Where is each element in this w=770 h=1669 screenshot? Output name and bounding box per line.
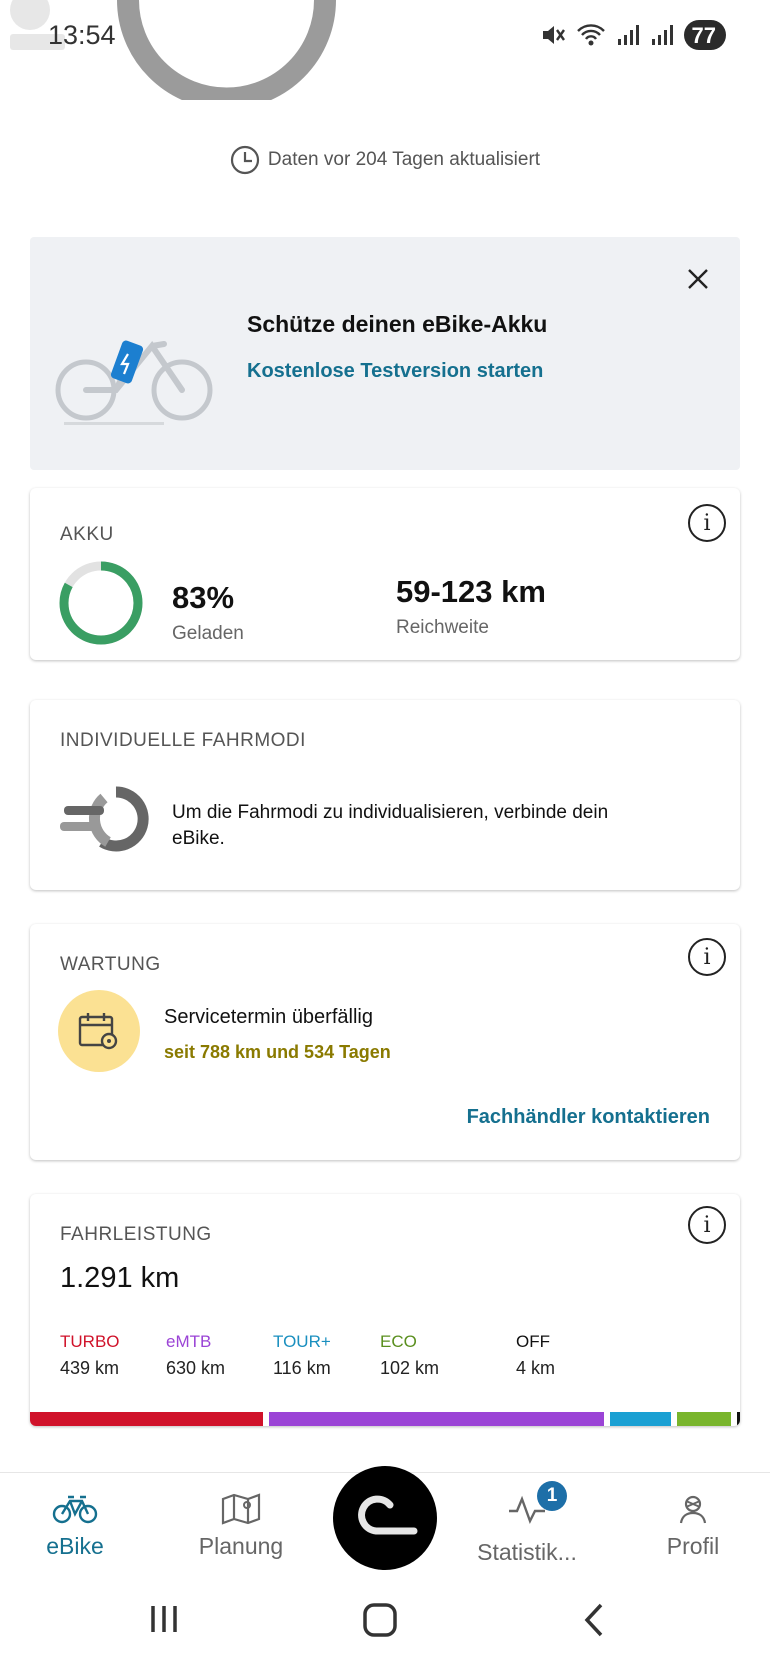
promo-trial-link[interactable]: Kostenlose Testversion starten [247, 360, 543, 383]
home-icon[interactable] [362, 1602, 398, 1638]
battery-level: 77 [683, 20, 726, 50]
system-nav-bar [0, 1582, 770, 1669]
ride-logo-icon [358, 1495, 418, 1535]
mode-bar-segment [609, 1412, 672, 1426]
total-distance: 1.291 km [60, 1262, 180, 1294]
status-time: 13:54 [48, 20, 116, 50]
nav-planung[interactable]: Planung [166, 1493, 316, 1560]
performance-card[interactable]: FAHRLEISTUNG i 1.291 km TURBO 439 km eMT… [30, 1194, 740, 1426]
nav-profil[interactable]: Profil [618, 1493, 768, 1560]
nav-ebike[interactable]: eBike [0, 1493, 150, 1560]
notification-badge: 1 [537, 1481, 567, 1511]
service-icon-circle [58, 990, 140, 1072]
calendar-gear-icon [78, 1013, 118, 1050]
maintenance-card[interactable]: WARTUNG i Servicetermin überfällig seit … [30, 924, 740, 1160]
nav-label: Statistik... [477, 1539, 577, 1565]
mute-icon [542, 26, 565, 44]
recent-apps-icon[interactable] [148, 1602, 180, 1636]
maintenance-title: WARTUNG [60, 954, 161, 975]
sync-text: Daten vor 204 Tagen aktualisiert [267, 149, 541, 170]
mode-name: eMTB [166, 1332, 212, 1351]
wifi-icon [576, 24, 605, 46]
ebike-illustration [55, 340, 213, 425]
nav-label: eBike [46, 1533, 104, 1559]
mode-value: 116 km [273, 1358, 331, 1378]
ride-modes-text: Um die Fahrmodi zu individualisieren, ve… [172, 802, 609, 849]
ride-modes-title: INDIVIDUELLE FAHRMODI [60, 730, 306, 751]
sync-status: Daten vor 204 Tagen aktualisiert [0, 145, 770, 175]
mode-value: 102 km [380, 1358, 440, 1378]
service-detail: seit 788 km und 534 Tagen [164, 1042, 391, 1062]
mode-distribution-bar [30, 1412, 740, 1426]
promo-banner[interactable]: Schütze deinen eBike-Akku Kostenlose Tes… [30, 237, 740, 470]
nav-label: Profil [666, 1533, 720, 1559]
battery-ring [59, 561, 143, 645]
ride-start-button[interactable] [333, 1466, 437, 1570]
mode-name: OFF [516, 1332, 550, 1351]
nav-label: Planung [198, 1533, 284, 1559]
signal-icon [617, 25, 639, 45]
info-icon[interactable]: i [688, 504, 726, 542]
clock-icon [230, 145, 260, 175]
mode-item: OFF 4 km [516, 1332, 555, 1379]
battery-charged-label: Geladen [172, 623, 244, 644]
mode-bar-segment [737, 1412, 740, 1426]
mode-value: 630 km [166, 1358, 226, 1378]
profile-icon [679, 1495, 707, 1524]
battery-card-title: AKKU [60, 524, 114, 545]
ride-modes-card[interactable]: INDIVIDUELLE FAHRMODI Um die Fahrmodi zu… [30, 700, 740, 890]
mode-name: ECO [380, 1332, 417, 1351]
status-icons: 77 [540, 20, 726, 50]
mode-bar-segment [30, 1412, 264, 1426]
battery-percent: 83% [172, 580, 235, 615]
ride-mode-icon [60, 786, 149, 852]
nav-statistik[interactable]: 1 Statistik... [452, 1481, 602, 1566]
service-heading: Servicetermin überfällig [164, 1006, 373, 1028]
range-label: Reichweite [396, 617, 489, 638]
mode-item: eMTB 630 km [166, 1332, 225, 1379]
mode-item: TURBO 439 km [60, 1332, 120, 1379]
mode-name: TOUR+ [273, 1332, 331, 1351]
mode-bar-segment [677, 1412, 732, 1426]
mode-bar-segment [269, 1412, 604, 1426]
range-value: 59-123 km [396, 574, 546, 609]
info-icon[interactable]: i [688, 938, 726, 976]
promo-title: Schütze deinen eBike-Akku [247, 311, 548, 337]
map-icon [221, 1493, 261, 1525]
close-icon[interactable] [686, 267, 710, 291]
battery-card[interactable]: AKKU i 83% Geladen 59-123 km Reichweite [30, 488, 740, 660]
signal-icon-2 [651, 25, 673, 45]
contact-dealer-link[interactable]: Fachhändler kontaktieren [467, 1106, 710, 1129]
back-icon[interactable] [582, 1602, 606, 1638]
mode-name: TURBO [60, 1332, 120, 1351]
bike-icon [52, 1495, 98, 1524]
mode-item: ECO 102 km [380, 1332, 439, 1379]
mode-value: 439 km [60, 1358, 120, 1378]
mode-value: 4 km [516, 1358, 556, 1378]
performance-title: FAHRLEISTUNG [60, 1224, 212, 1245]
info-icon[interactable]: i [688, 1206, 726, 1244]
mode-item: TOUR+ 116 km [273, 1332, 331, 1379]
